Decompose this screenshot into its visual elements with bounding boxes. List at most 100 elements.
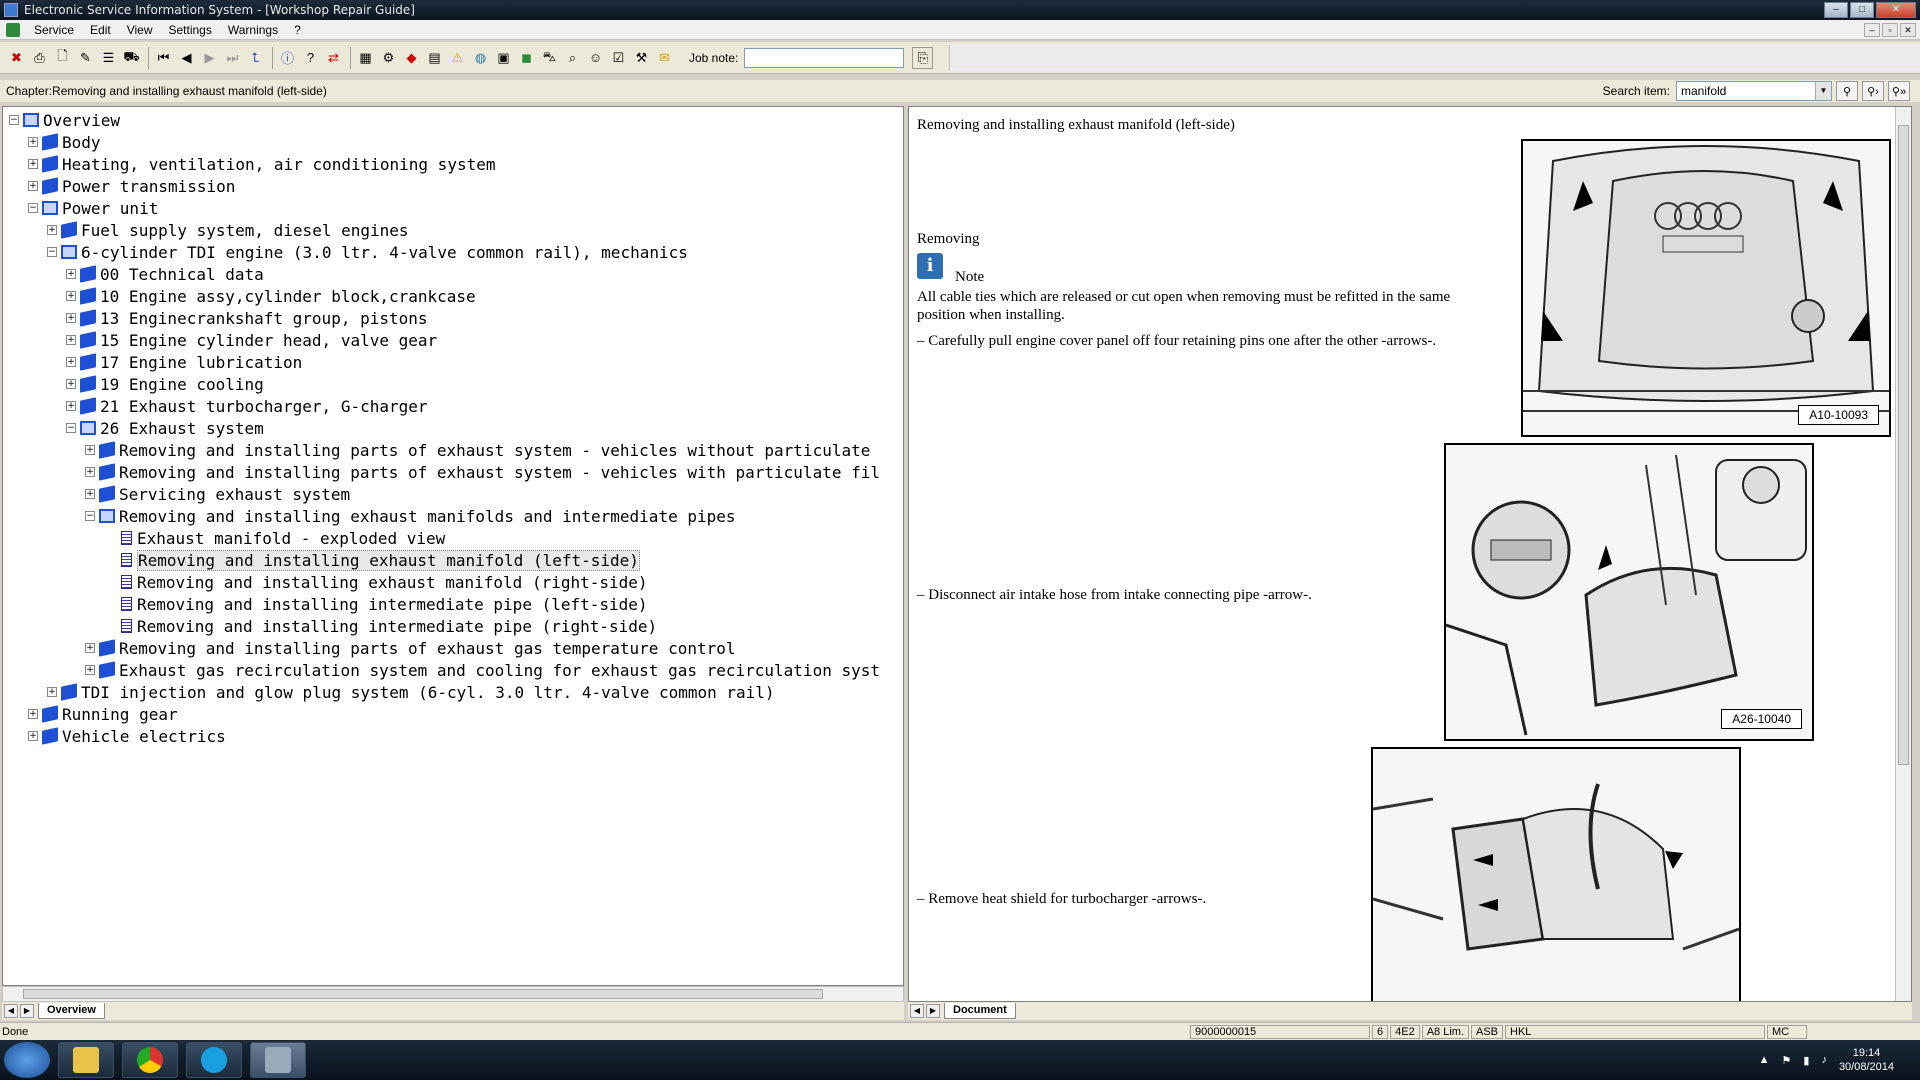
menu-warnings[interactable]: Warnings	[220, 23, 286, 37]
menu-view[interactable]: View	[119, 23, 161, 37]
expand-icon[interactable]: +	[66, 335, 76, 345]
search-options-icon[interactable]: ⚲»	[1888, 81, 1910, 101]
previous-icon[interactable]: ◀	[176, 47, 197, 69]
tree-item[interactable]: +21 Exhaust turbocharger, G-charger	[3, 395, 903, 417]
next-icon[interactable]: ▶	[199, 47, 220, 69]
expand-icon[interactable]: +	[28, 159, 38, 169]
document-list-icon[interactable]: ☰	[98, 47, 119, 69]
vehicle-icon[interactable]: ⛟	[121, 47, 142, 69]
tree-item[interactable]: − 26 Exhaust system	[3, 417, 903, 439]
expand-icon[interactable]: +	[47, 225, 57, 235]
flag-icon[interactable]: ⚑	[1782, 1054, 1792, 1067]
tab-prev-icon[interactable]: ◀	[910, 1004, 924, 1018]
tree-item[interactable]: Removing and installing intermediate pip…	[3, 615, 903, 637]
tree-item[interactable]: + Exhaust gas recirculation system and co…	[3, 659, 903, 681]
expand-icon[interactable]: +	[28, 731, 38, 741]
scrollbar-thumb[interactable]	[1898, 125, 1909, 765]
maximize-button[interactable]: □	[1850, 2, 1874, 18]
expand-icon[interactable]: +	[28, 181, 38, 191]
tree-item[interactable]: + Power transmission	[3, 175, 903, 197]
tree-item[interactable]: + Removing and installing parts of exhaus…	[3, 637, 903, 659]
taskbar-chrome[interactable]	[122, 1042, 178, 1078]
taskbar-skype[interactable]	[186, 1042, 242, 1078]
manual-icon[interactable]: ◆	[401, 47, 422, 69]
collapse-icon[interactable]: −	[85, 511, 95, 521]
navigation-tree-pane[interactable]: − Overview + Body + Heating, ventilation, air…	[2, 106, 904, 986]
tree-item[interactable]: + Vehicle electrics	[3, 725, 903, 747]
tree-item[interactable]: Removing and installing exhaust manifold…	[3, 571, 903, 593]
checklist-icon[interactable]: ☑	[608, 47, 629, 69]
notes-icon[interactable]: ✉	[654, 47, 675, 69]
settings-icon[interactable]: ⚒	[631, 47, 652, 69]
tab-next-icon[interactable]: ▶	[20, 1004, 34, 1018]
expand-icon[interactable]: +	[85, 489, 95, 499]
tree-item[interactable]: +00 Technical data	[3, 263, 903, 285]
expand-icon[interactable]: +	[85, 643, 95, 653]
search-input[interactable]: manifold ▼	[1676, 81, 1832, 101]
expand-icon[interactable]: +	[85, 467, 95, 477]
network-icon[interactable]: ▮	[1803, 1054, 1809, 1067]
tree-item[interactable]: +19 Engine cooling	[3, 373, 903, 395]
search-icon[interactable]: ⚲	[1836, 81, 1858, 101]
minimize-button[interactable]: –	[1824, 2, 1848, 18]
start-button[interactable]	[4, 1042, 50, 1078]
tray-expand-icon[interactable]: ▲	[1759, 1054, 1770, 1066]
document-vertical-scrollbar[interactable]	[1895, 107, 1911, 1001]
tree-item[interactable]: +10 Engine assy,cylinder block,crankcase	[3, 285, 903, 307]
tree-item[interactable]: + Servicing exhaust system	[3, 483, 903, 505]
tree-item[interactable]: − Power unit	[3, 197, 903, 219]
tab-document[interactable]: Document	[944, 1003, 1016, 1019]
tree-item[interactable]: + Fuel supply system, diesel engines	[3, 219, 903, 241]
bin-icon[interactable]: ▣	[493, 47, 514, 69]
menu-settings[interactable]: Settings	[161, 23, 220, 37]
info-icon[interactable]: ⓘ	[277, 47, 298, 69]
mdi-close-button[interactable]: ✕	[1900, 22, 1916, 37]
collapse-icon[interactable]: −	[28, 203, 38, 213]
first-icon[interactable]: ⏮	[153, 47, 174, 69]
edit-document-icon[interactable]: ✎	[75, 47, 96, 69]
list-icon[interactable]: ▤	[424, 47, 445, 69]
expand-icon[interactable]: +	[85, 445, 95, 455]
job-note-button-icon[interactable]: ⎘	[912, 46, 934, 69]
expand-icon[interactable]: +	[66, 379, 76, 389]
tree-item[interactable]: +15 Engine cylinder head, valve gear	[3, 329, 903, 351]
tree-item[interactable]: − 6-cylinder TDI engine (3.0 ltr. 4-valve…	[3, 241, 903, 263]
expand-icon[interactable]: +	[28, 709, 38, 719]
component-icon[interactable]: ⚙	[378, 47, 399, 69]
search-next-icon[interactable]: ⚲›	[1862, 81, 1884, 101]
workshop-icon[interactable]: ▦	[355, 47, 376, 69]
close-button[interactable]: ✕	[1876, 2, 1916, 18]
expand-icon[interactable]: +	[28, 137, 38, 147]
search-car-icon[interactable]: ⌕	[562, 47, 583, 69]
print-icon[interactable]: ⎙	[29, 47, 50, 69]
up-level-icon[interactable]: ⮤	[245, 47, 266, 69]
expand-icon[interactable]: +	[66, 401, 76, 411]
collapse-icon[interactable]: −	[66, 423, 76, 433]
expand-icon[interactable]: +	[66, 313, 76, 323]
scrollbar-thumb[interactable]	[23, 989, 823, 999]
tab-overview[interactable]: Overview	[38, 1003, 105, 1019]
new-document-icon[interactable]: 🗋	[52, 47, 73, 69]
tree-item[interactable]: +13 Enginecrankshaft group, pistons	[3, 307, 903, 329]
car-icon[interactable]: ⛍	[539, 47, 560, 69]
person-icon[interactable]: ☺	[585, 47, 606, 69]
tree-item[interactable]: + Running gear	[3, 703, 903, 725]
swap-icon[interactable]: ⇄	[323, 47, 344, 69]
menu-edit[interactable]: Edit	[82, 23, 119, 37]
tree-item[interactable]: Exhaust manifold - exploded view	[3, 527, 903, 549]
expand-icon[interactable]: +	[66, 269, 76, 279]
taskbar-elsa[interactable]	[250, 1042, 306, 1078]
tree-item[interactable]: Removing and installing intermediate pip…	[3, 593, 903, 615]
tree-item[interactable]: − Removing and installing exhaust manifol…	[3, 505, 903, 527]
tree-item[interactable]: + Body	[3, 131, 903, 153]
tree-item[interactable]: − Overview	[3, 109, 903, 131]
tree-horizontal-scrollbar[interactable]	[2, 986, 904, 1002]
collapse-icon[interactable]: −	[9, 115, 19, 125]
last-icon[interactable]: ⏭	[222, 47, 243, 69]
tree-item[interactable]: Removing and installing exhaust manifold…	[3, 549, 903, 571]
collapse-icon[interactable]: −	[47, 247, 57, 257]
green-book-icon[interactable]: ◼	[516, 47, 537, 69]
tab-next-icon[interactable]: ▶	[926, 1004, 940, 1018]
tab-prev-icon[interactable]: ◀	[4, 1004, 18, 1018]
tree-item[interactable]: + Heating, ventilation, air conditioning …	[3, 153, 903, 175]
